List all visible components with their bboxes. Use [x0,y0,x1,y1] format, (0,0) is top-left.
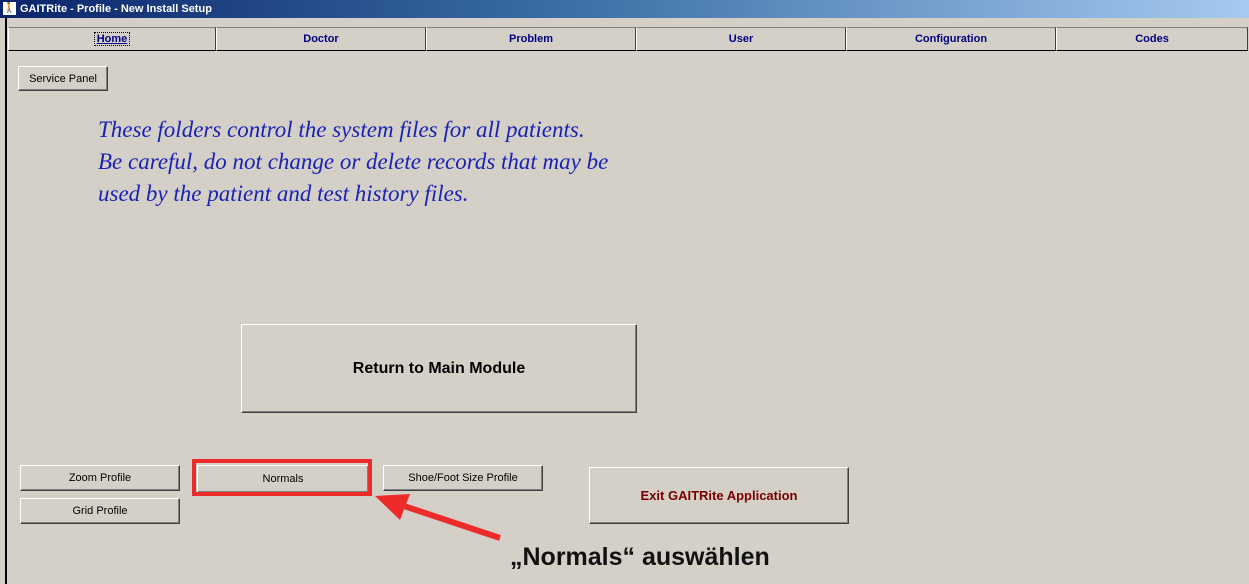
tab-doctor-label: Doctor [303,33,339,45]
warning-notice: These folders control the system files f… [98,114,898,210]
tab-strip: Home Doctor Problem User Configuration C… [8,27,1249,52]
app-icon: 🚶 [3,2,16,15]
tab-problem-label: Problem [508,33,553,45]
notice-line-2: Be careful, do not change or delete reco… [98,149,609,174]
return-main-module-button[interactable]: Return to Main Module [241,324,637,413]
service-panel-button[interactable]: Service Panel [18,66,108,91]
tab-home-label: Home [93,32,131,46]
annotation-caption: „Normals“ auswählen [510,543,770,571]
tab-user-label: User [728,33,754,45]
tab-codes[interactable]: Codes [1056,27,1248,51]
tab-home[interactable]: Home [8,27,216,51]
notice-line-3: used by the patient and test history fil… [98,181,469,206]
annotation-arrow-icon [375,494,501,541]
notice-line-1: These folders control the system files f… [98,117,585,142]
tab-doctor[interactable]: Doctor [216,27,426,51]
grid-profile-button[interactable]: Grid Profile [20,498,180,524]
tab-configuration[interactable]: Configuration [846,27,1056,51]
title-bar: 🚶 GAITRite - Profile - New Install Setup [0,0,1249,18]
window-title: GAITRite - Profile - New Install Setup [20,3,212,15]
tab-codes-label: Codes [1135,33,1169,45]
tab-configuration-label: Configuration [914,33,988,45]
highlight-box [192,459,372,496]
exit-application-button[interactable]: Exit GAITRite Application [589,467,849,524]
tab-problem[interactable]: Problem [426,27,636,51]
zoom-profile-button[interactable]: Zoom Profile [20,465,180,491]
tab-user[interactable]: User [636,27,846,51]
